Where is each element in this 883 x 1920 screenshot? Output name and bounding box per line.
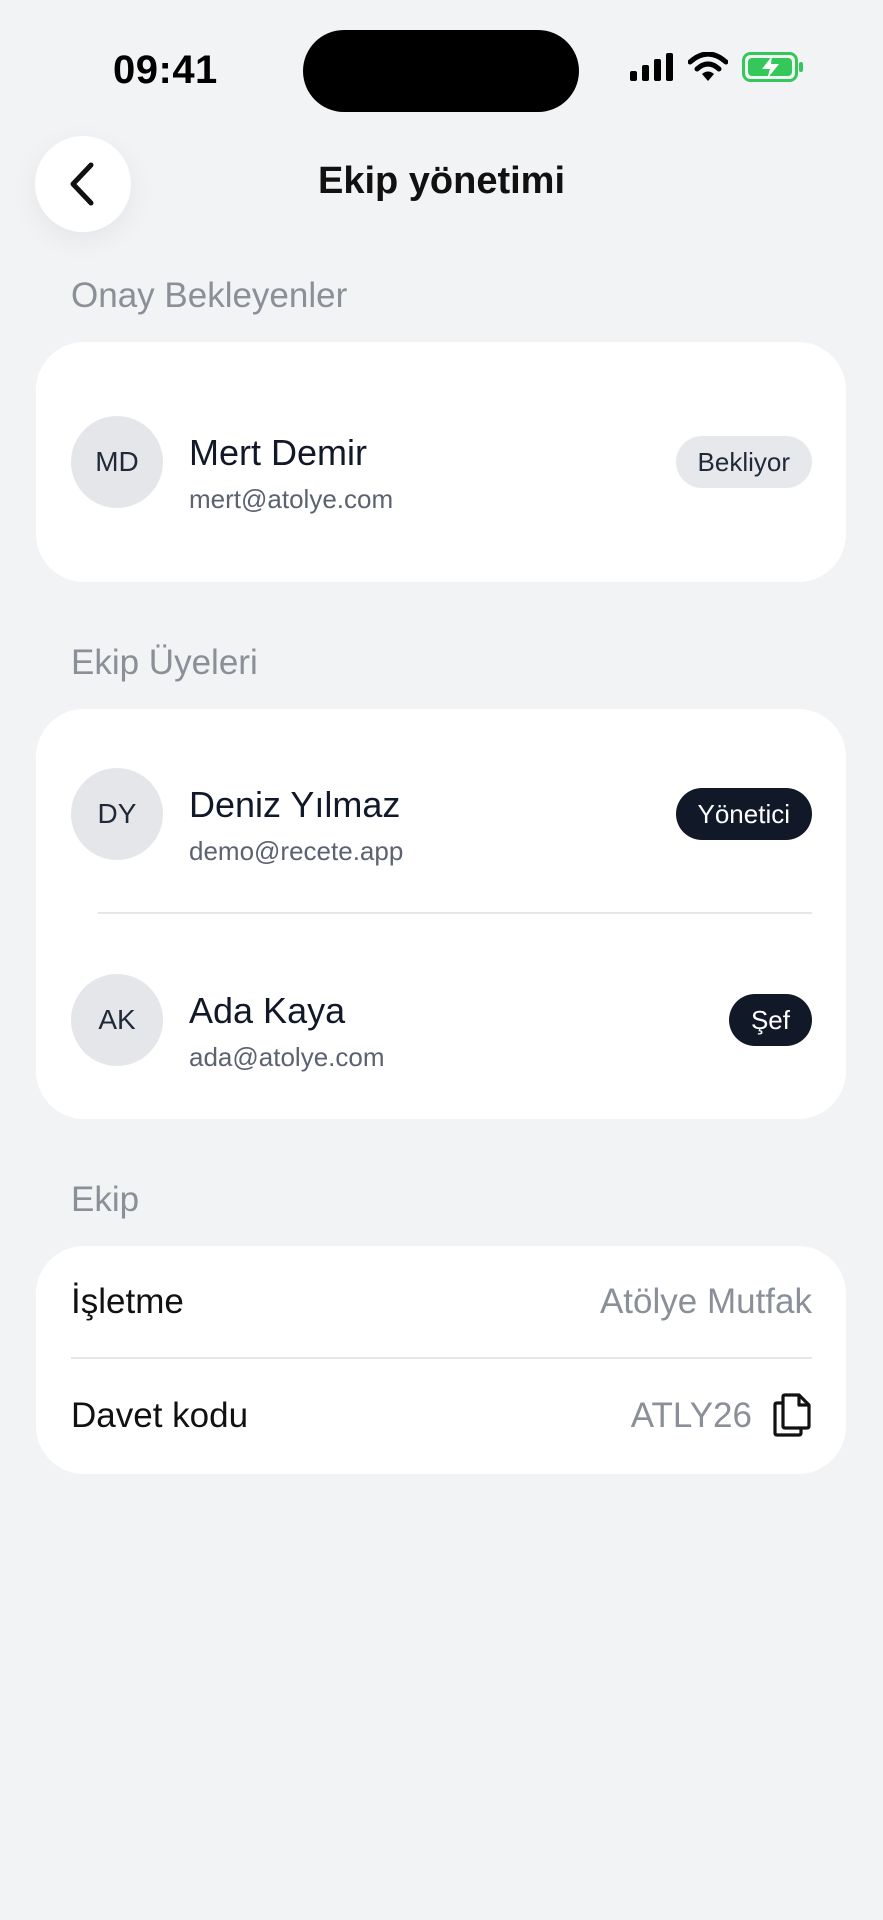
wifi-icon [688, 52, 728, 81]
member-row[interactable]: AK Ada Kaya ada@atolye.com Şef [36, 950, 846, 1090]
role-badge: Yönetici [675, 788, 812, 840]
invite-code-label: Davet kodu [71, 1396, 249, 1435]
business-label: İşletme [71, 1282, 184, 1321]
status-badge: Bekliyor [675, 436, 812, 488]
avatar: DY [71, 768, 163, 860]
copy-icon [773, 1393, 811, 1437]
members-section-title: Ekip Üyeleri [71, 643, 258, 682]
signal-icon [630, 53, 673, 81]
pending-section-title: Onay Bekleyenler [71, 276, 348, 315]
status-bar: 09:41 [0, 0, 883, 140]
pending-card: MD Mert Demir mert@atolye.com Bekliyor [36, 342, 846, 582]
battery-charging-icon [742, 52, 803, 82]
avatar: AK [71, 974, 163, 1066]
members-card: DY Deniz Yılmaz demo@recete.app Yönetici… [36, 709, 846, 1119]
avatar: MD [71, 416, 163, 508]
status-icons [630, 52, 804, 82]
member-email: demo@recete.app [189, 836, 404, 866]
page-title: Ekip yönetimi [317, 160, 566, 202]
member-name: Ada Kaya [189, 990, 346, 1031]
member-name: Deniz Yılmaz [189, 784, 401, 825]
member-email: ada@atolye.com [189, 1042, 385, 1072]
member-email: mert@atolye.com [189, 484, 394, 514]
business-value: Atölye Mutfak [599, 1282, 812, 1321]
copy-button[interactable] [772, 1392, 812, 1438]
divider [98, 912, 812, 914]
pending-row[interactable]: MD Mert Demir mert@atolye.com Bekliyor [36, 392, 846, 532]
status-time: 09:41 [113, 48, 218, 92]
member-name: Mert Demir [189, 432, 367, 473]
role-badge: Şef [728, 994, 812, 1046]
divider [71, 1357, 812, 1359]
invite-code-value: ATLY26 [630, 1396, 752, 1435]
team-section-title: Ekip [71, 1180, 140, 1219]
dynamic-island [303, 30, 579, 112]
team-card: İşletme Atölye Mutfak Davet kodu ATLY26 [36, 1246, 846, 1474]
member-row[interactable]: DY Deniz Yılmaz demo@recete.app Yönetici [36, 744, 846, 884]
